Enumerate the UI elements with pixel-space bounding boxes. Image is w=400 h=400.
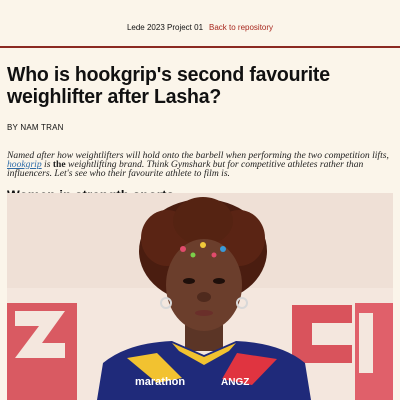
back-to-repository-link[interactable]: Back to repository [209, 23, 273, 32]
article: Who is hookgrip's second favourite weigh… [0, 62, 400, 202]
top-navigation: Lede 2023 Project 01 Back to repository [0, 0, 400, 48]
byline: BY NAM TRAN [7, 123, 64, 132]
project-label: Lede 2023 Project 01 [126, 22, 204, 32]
jersey-sponsor-text: marathon [135, 376, 185, 388]
intro-paragraph: Named after how weightlifters will hold … [7, 151, 393, 179]
jersey-logo-text: ANGZ [221, 377, 249, 388]
athlete-photo: marathon ANGZ [7, 193, 393, 400]
athlete-illustration: marathon ANGZ [7, 193, 393, 400]
article-title: Who is hookgrip's second favourite weigh… [7, 62, 330, 109]
